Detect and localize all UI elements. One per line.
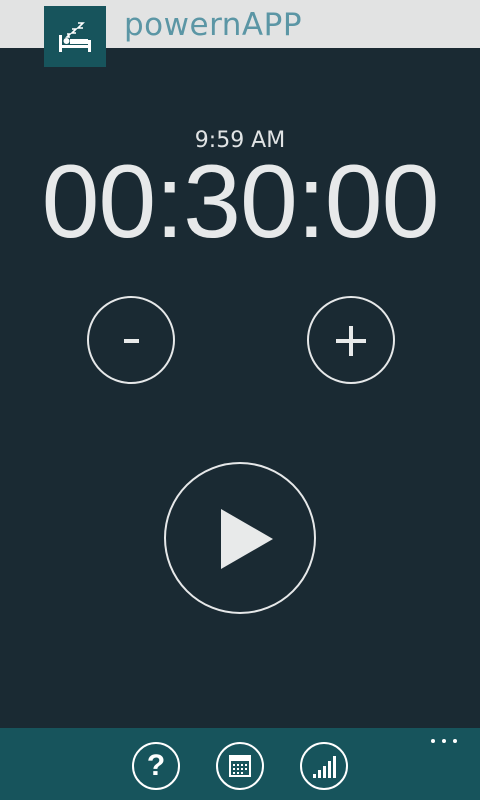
sleeping-bed-icon <box>59 22 91 52</box>
signal-bars-icon <box>313 756 336 778</box>
calendar-button[interactable] <box>216 742 264 790</box>
help-button[interactable]: ? <box>132 742 180 790</box>
timer-display: 00:30:00 <box>41 144 440 260</box>
app-logo <box>44 6 106 67</box>
play-icon <box>221 509 273 569</box>
increase-button[interactable] <box>307 296 395 384</box>
play-button[interactable] <box>164 462 316 614</box>
app-title: powernAPP <box>124 7 303 43</box>
app-bar: ? <box>0 728 480 800</box>
minus-icon <box>124 339 139 343</box>
calendar-icon <box>229 755 251 777</box>
stats-button[interactable] <box>300 742 348 790</box>
decrease-button[interactable] <box>87 296 175 384</box>
question-mark-icon: ? <box>146 749 166 782</box>
more-dots-icon[interactable] <box>430 736 460 746</box>
